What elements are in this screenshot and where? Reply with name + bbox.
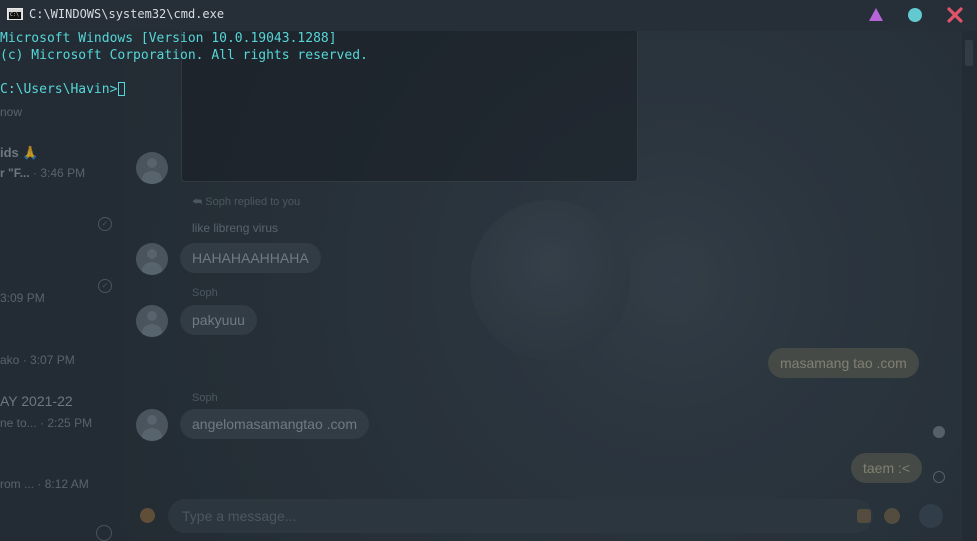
close-icon[interactable] — [946, 6, 964, 24]
text-cursor — [118, 82, 126, 96]
console-line: Microsoft Windows [Version 10.0.19043.12… — [0, 31, 337, 46]
minimize-icon[interactable] — [867, 6, 885, 24]
console-line: (c) Microsoft Corporation. All rights re… — [0, 48, 368, 63]
console-output-area[interactable]: Microsoft Windows [Version 10.0.19043.12… — [0, 31, 977, 541]
cmd-icon: C:\ — [7, 8, 23, 20]
maximize-icon[interactable] — [906, 6, 924, 24]
console-titlebar[interactable]: C:\ C:\WINDOWS\system32\cmd.exe — [0, 0, 977, 31]
console-prompt-line[interactable]: C:\Users\Havin> — [0, 82, 126, 97]
window-title: C:\WINDOWS\system32\cmd.exe — [29, 7, 225, 21]
console-prompt: C:\Users\Havin> — [0, 82, 118, 97]
